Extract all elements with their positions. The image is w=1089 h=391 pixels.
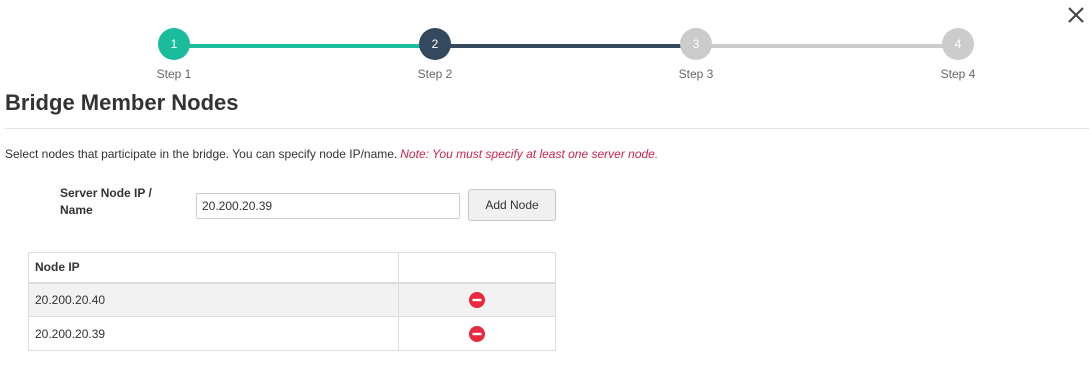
action-cell: [398, 316, 556, 351]
step-connector-3-4: [696, 44, 958, 48]
title-divider: [5, 128, 1089, 129]
description-text: Select nodes that participate in the bri…: [5, 147, 658, 161]
table-header-row: Node IP: [28, 252, 556, 284]
step-4-label: Step 4: [940, 67, 976, 81]
server-node-input[interactable]: [196, 193, 460, 219]
column-header-node-ip: Node IP: [28, 252, 399, 284]
step-1-circle: 1: [158, 28, 190, 60]
step-2-label: Step 2: [417, 67, 453, 81]
add-node-button[interactable]: Add Node: [468, 189, 556, 221]
step-3-circle: 3: [680, 28, 712, 60]
action-cell: [398, 282, 556, 317]
node-ip-cell: 20.200.20.39: [28, 316, 399, 351]
node-table: Node IP 20.200.20.40 20.200.20.39: [28, 252, 556, 351]
description-main: Select nodes that participate in the bri…: [5, 147, 398, 161]
step-4-circle: 4: [942, 28, 974, 60]
step-3-label: Step 3: [678, 67, 714, 81]
column-header-action: [398, 252, 556, 284]
step-2-circle: 2: [419, 28, 451, 60]
step-connector-2-3: [435, 44, 696, 48]
step-1-label: Step 1: [156, 67, 192, 81]
remove-icon[interactable]: [469, 291, 485, 308]
wizard-stepper: 1 2 3 4 Step 1 Step 2 Step 3 Step 4: [0, 0, 1089, 90]
node-ip-cell: 20.200.20.40: [28, 282, 399, 317]
server-node-label: Server Node IP / Name: [60, 186, 152, 217]
step-connector-1-2: [174, 44, 435, 48]
page-title: Bridge Member Nodes: [5, 90, 239, 115]
table-row: 20.200.20.40: [28, 282, 556, 317]
table-row: 20.200.20.39: [28, 316, 556, 351]
description-note: Note: You must specify at least one serv…: [400, 147, 659, 161]
remove-icon[interactable]: [469, 325, 485, 342]
